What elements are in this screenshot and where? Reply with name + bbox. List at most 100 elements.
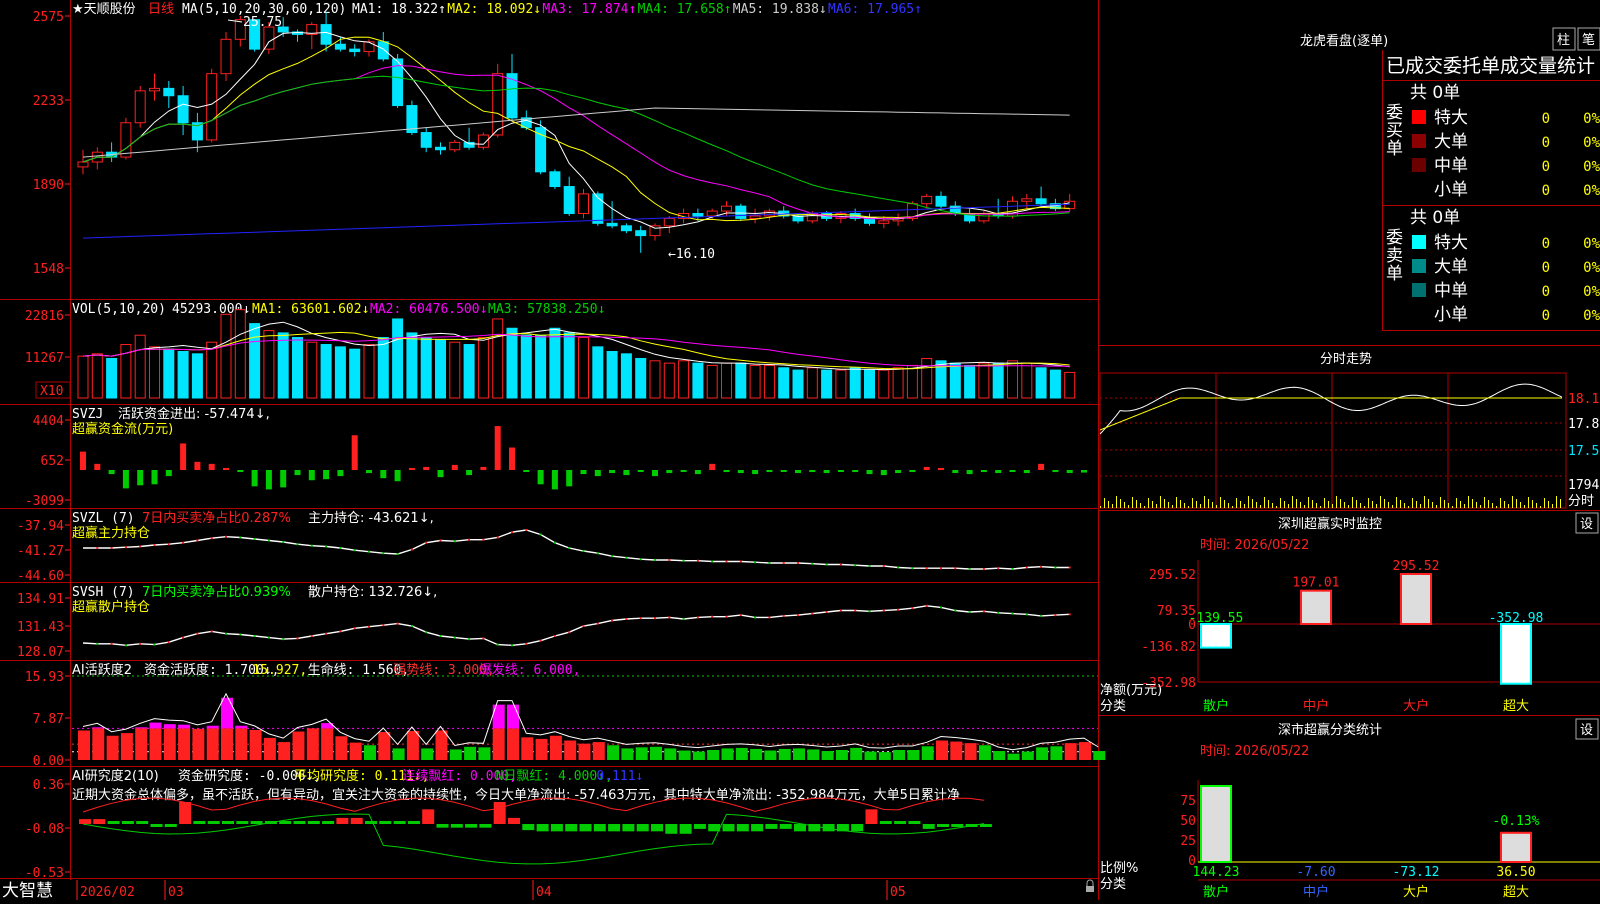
holding-point (897, 608, 900, 611)
ai-active-bar (292, 731, 305, 760)
candle-body (120, 122, 132, 158)
svzj-bar (351, 435, 358, 470)
intraday-volume-bar (1284, 501, 1285, 508)
ai-active-bar (364, 745, 376, 760)
ai-active-bar-top (235, 725, 248, 729)
holding-point (625, 556, 628, 559)
intraday-volume-bar (1216, 505, 1217, 508)
ai-research-bar (879, 821, 892, 824)
longhu-side-label-char: 单 (1386, 139, 1403, 159)
intraday-volume-bar (1500, 498, 1501, 508)
btn-bi-label: 笔 (1582, 32, 1595, 48)
candle-body (1021, 198, 1033, 202)
svzj-bar (237, 470, 244, 473)
ai-active-bar (163, 728, 176, 760)
intraday-volume-bar (1536, 503, 1537, 508)
candle-body (692, 213, 704, 217)
ma-items-item: MA4: 17.658↑ (638, 2, 732, 17)
vol-bar (649, 360, 661, 399)
ai-research-bar (379, 821, 392, 824)
candle-body (635, 230, 647, 237)
btn-bi[interactable]: 笔 (1577, 27, 1600, 51)
intraday-volume-bar (1328, 501, 1329, 508)
svzj-bar (251, 470, 258, 487)
ai-active-bar (692, 751, 705, 760)
vol-bar (535, 334, 547, 399)
holding-point (267, 636, 270, 639)
intraday-volume-bar (1376, 504, 1377, 508)
holding-point (382, 624, 385, 627)
holding-point (639, 617, 642, 620)
holding-point (196, 539, 199, 542)
vol-bar (1007, 360, 1018, 399)
ai-active-bars (72, 675, 1106, 760)
intraday-volume-bar (1208, 499, 1209, 508)
vol-bar (234, 309, 246, 399)
svsh-y-axis: 134.91 131.43 128.07 (17, 592, 70, 660)
holding-point (711, 560, 714, 563)
holding-point (854, 609, 857, 612)
intraday-volume-bar (1388, 502, 1389, 508)
svsh-yticks-label: 134.91 (17, 592, 64, 607)
ai-active-bar (750, 748, 763, 760)
sz-classify-time: 时间: 2026/05/22 (1200, 744, 1309, 759)
vol-bar (706, 364, 718, 399)
longhu-total: 共 0单 (1410, 83, 1460, 103)
svzl-yticks-label: -37.94 (17, 519, 64, 534)
svzl-line (83, 528, 1071, 570)
intraday-volume-bar (1540, 506, 1541, 508)
ai-active-bar (592, 742, 605, 760)
intraday-volume-bar (1100, 506, 1101, 508)
candle-body (263, 26, 275, 50)
sz-monitor-y-label: 295.52 (1149, 568, 1196, 583)
ai-research-bar (937, 824, 949, 827)
svzj-bar (122, 470, 129, 489)
vol-bar (334, 346, 346, 399)
ai-active-bar (921, 746, 934, 760)
vol-bar (864, 369, 875, 399)
intraday-volume-bar (1168, 502, 1169, 508)
ai-research-bar (336, 817, 349, 824)
period-label[interactable]: 日线 (148, 2, 174, 17)
candle-body (149, 87, 160, 92)
intraday-volume-bar (1120, 499, 1121, 508)
svzj-bar (709, 463, 716, 470)
holding-point (940, 606, 942, 609)
candle-body (663, 217, 675, 227)
ai-active-yticks-label: 7.87 (33, 712, 64, 727)
holding-point (396, 622, 399, 625)
intraday-volume-bar (1488, 500, 1489, 508)
sz-monitor-bar (1400, 573, 1432, 625)
holding-point (982, 610, 985, 613)
sz-classify-settings-button[interactable]: 设 (1575, 718, 1599, 740)
stock-name[interactable]: ★天顺股份 (72, 2, 136, 17)
ai-research-bar (193, 821, 206, 824)
ma-line (82, 75, 1070, 217)
holding-point (754, 616, 757, 619)
svzj-bar (780, 470, 787, 472)
vol-y-axis: 22816 11267 (25, 309, 70, 366)
intraday-y-label: 1794 (1568, 478, 1599, 493)
lock-icon[interactable] (1086, 879, 1094, 892)
intraday-volume-bar (1184, 503, 1185, 508)
ai-active-bar (621, 748, 634, 760)
vol-bars (77, 309, 1076, 399)
intraday-volume-bar (1136, 500, 1137, 508)
svzj-bar (366, 470, 372, 474)
ma-line (82, 203, 1070, 239)
intraday-volume-bar (1128, 505, 1129, 508)
sz-classify-value-label: 144.23 (1193, 865, 1240, 880)
candle-body (1064, 200, 1076, 210)
ai-active-bar (464, 746, 477, 760)
svzj-bar (151, 470, 158, 485)
brand-logo[interactable]: 大智慧 (2, 881, 53, 901)
ai-research-y-axis: 0.36 -0.08 -0.53 (25, 778, 70, 881)
candle-body (435, 146, 446, 151)
sz-monitor-settings-button[interactable]: 设 (1575, 512, 1599, 534)
holding-point (139, 545, 142, 548)
price-yticks-label: 1548 (33, 262, 64, 277)
intraday-volume-bar (1240, 501, 1241, 508)
ai-active-bar-top (163, 724, 176, 729)
btn-zhu[interactable]: 柱 (1552, 27, 1576, 51)
holding-point (997, 611, 1000, 614)
